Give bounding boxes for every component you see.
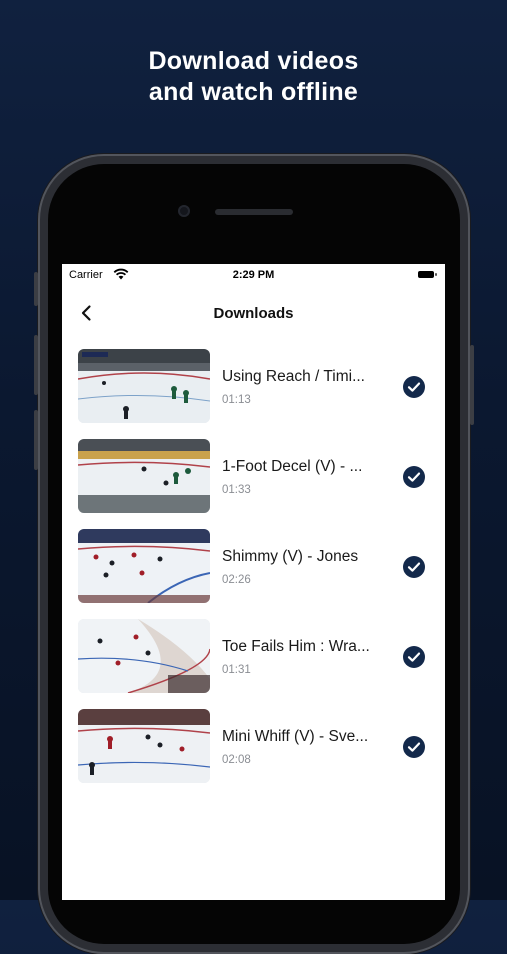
check-circle-icon[interactable] — [402, 375, 426, 399]
battery-icon — [418, 271, 434, 278]
headline-line-1: Download videos — [148, 47, 359, 75]
phone-side-button-volume-up — [34, 335, 38, 395]
video-title: Shimmy (V) - Jones — [222, 548, 359, 565]
video-duration: 01:33 — [222, 484, 251, 496]
headline: Download videos and watch offline — [0, 46, 507, 108]
phone-side-button-volume-down — [34, 410, 38, 470]
status-bar: Carrier 2:29 PM — [62, 264, 445, 288]
list-item[interactable]: Using Reach / Timi... 01:13 — [62, 348, 445, 424]
video-thumbnail[interactable] — [78, 349, 210, 423]
check-circle-icon[interactable] — [402, 555, 426, 579]
list-item[interactable]: Toe Fails Him : Wra... 01:31 — [62, 618, 445, 694]
video-title: 1-Foot Decel (V) - ... — [222, 458, 363, 475]
front-camera — [178, 205, 190, 217]
check-circle-icon[interactable] — [402, 465, 426, 489]
list-item[interactable]: Mini Whiff (V) - Sve... 02:08 — [62, 708, 445, 784]
video-title: Toe Fails Him : Wra... — [222, 638, 370, 655]
check-circle-icon[interactable] — [402, 735, 426, 759]
headline-line-2: and watch offline — [148, 78, 359, 106]
video-thumbnail[interactable] — [78, 529, 210, 603]
video-duration: 02:08 — [222, 754, 251, 766]
list-item[interactable]: Shimmy (V) - Jones 02:26 — [62, 528, 445, 604]
status-time: 2:29 PM — [232, 269, 275, 281]
battery-tip — [435, 273, 437, 276]
phone-side-button-power — [470, 345, 474, 425]
page-title: Downloads — [213, 305, 294, 322]
video-duration: 02:26 — [222, 574, 251, 586]
navigation-bar: Downloads — [62, 298, 445, 328]
phone-screen: Carrier 2:29 PM Downloads Using Reach / … — [62, 264, 445, 900]
video-thumbnail[interactable] — [78, 709, 210, 783]
video-thumbnail[interactable] — [78, 439, 210, 513]
video-title: Mini Whiff (V) - Sve... — [222, 728, 369, 745]
video-title: Using Reach / Timi... — [222, 368, 365, 385]
video-duration: 01:31 — [222, 664, 251, 676]
video-thumbnail[interactable] — [78, 619, 210, 693]
phone-side-button-mute — [34, 272, 38, 306]
list-item[interactable]: 1-Foot Decel (V) - ... 01:33 — [62, 438, 445, 514]
check-circle-icon[interactable] — [402, 645, 426, 669]
video-duration: 01:13 — [222, 394, 251, 406]
earpiece-speaker — [215, 209, 293, 215]
